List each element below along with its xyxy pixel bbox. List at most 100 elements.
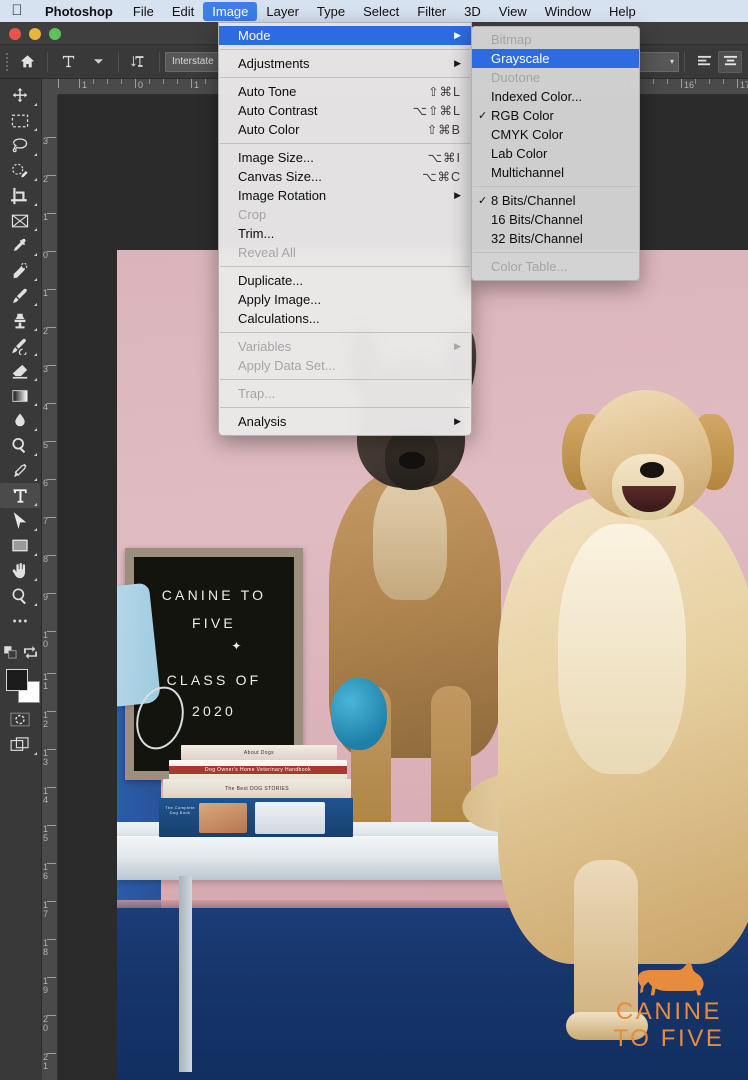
menu-item-8-bits-channel[interactable]: ✓ 8 Bits/Channel (472, 191, 639, 210)
eyedropper-tool[interactable] (0, 233, 40, 258)
zoom-tool[interactable] (0, 583, 40, 608)
crop-tool[interactable] (0, 183, 40, 208)
menu-item-auto-contrast[interactable]: Auto Contrast ⌥⇧⌘L (219, 101, 471, 120)
rectangle-tool[interactable] (0, 533, 40, 558)
ruler-v-label: 0 (43, 251, 52, 260)
brush-tool[interactable] (0, 283, 40, 308)
menu-item-calculations[interactable]: Calculations... (219, 309, 471, 328)
screen-mode-toggle[interactable] (0, 732, 40, 757)
menu-item-apply-image[interactable]: Apply Image... (219, 290, 471, 309)
macos-menu-bar:  Photoshop File Edit Image Layer Type S… (0, 0, 748, 22)
swap-colors-icon[interactable] (24, 646, 37, 659)
menu-item-auto-color[interactable]: Auto Color ⇧⌘B (219, 120, 471, 139)
menu-item-auto-tone[interactable]: Auto Tone ⇧⌘L (219, 82, 471, 101)
menu-item-multichannel[interactable]: Multichannel (472, 163, 639, 182)
menu-item-label: Trim... (238, 226, 461, 241)
menu-item-indexed-color[interactable]: Indexed Color... (472, 87, 639, 106)
spot-healing-tool[interactable] (0, 258, 40, 283)
minimize-button[interactable] (29, 28, 41, 40)
menu-item-label: Auto Tone (238, 84, 412, 99)
close-button[interactable] (9, 28, 21, 40)
move-tool[interactable] (0, 83, 40, 108)
menu-item-crop: Crop (219, 205, 471, 224)
book-title: The Complete Dog Book (165, 806, 195, 816)
menu-layer[interactable]: Layer (257, 2, 308, 21)
menu-item-analysis[interactable]: Analysis ▶ (219, 412, 471, 431)
window-controls (9, 28, 61, 40)
history-brush-tool[interactable] (0, 333, 40, 358)
menu-item-32-bits-channel[interactable]: 32 Bits/Channel (472, 229, 639, 248)
eraser-tool[interactable] (0, 358, 40, 383)
default-colors-icon[interactable] (4, 646, 17, 659)
menu-view[interactable]: View (490, 2, 536, 21)
menu-item-rgb-color[interactable]: ✓ RGB Color (472, 106, 639, 125)
foreground-color-swatch[interactable] (6, 669, 28, 691)
image-menu-dropdown[interactable]: Mode ▶ Adjustments ▶ Auto Tone ⇧⌘L Auto … (218, 22, 472, 436)
tool-preset-chevron-down-icon[interactable] (83, 49, 113, 75)
menu-select[interactable]: Select (354, 2, 408, 21)
menu-separator (220, 379, 470, 380)
menu-item-shortcut: ⌥⌘C (406, 169, 461, 184)
ruler-h-label: 1 (191, 80, 199, 90)
ruler-v-label: 14 (43, 787, 52, 805)
ruler-v-label: 10 (43, 631, 52, 649)
ruler-origin-box[interactable] (42, 79, 58, 95)
menu-3d[interactable]: 3D (455, 2, 490, 21)
menu-item-label: Reveal All (238, 245, 461, 260)
menu-item-shortcut: ⌥⌘I (412, 150, 461, 165)
gradient-tool[interactable] (0, 383, 40, 408)
menu-item-label: Adjustments (238, 56, 454, 71)
mode-submenu[interactable]: Bitmap Grayscale Duotone Indexed Color..… (471, 26, 640, 281)
quick-selection-tool[interactable] (0, 158, 40, 183)
menu-item-image-size[interactable]: Image Size... ⌥⌘I (219, 148, 471, 167)
book-title: About Dogs (181, 745, 337, 760)
dodge-tool[interactable] (0, 433, 40, 458)
menu-item-trim[interactable]: Trim... (219, 224, 471, 243)
menu-item-label: Grayscale (491, 51, 629, 66)
ruler-h-label: 0 (135, 80, 143, 90)
menu-separator (473, 186, 638, 187)
menu-item-lab-color[interactable]: Lab Color (472, 144, 639, 163)
path-selection-tool[interactable] (0, 508, 40, 533)
menu-window[interactable]: Window (536, 2, 600, 21)
menu-help[interactable]: Help (600, 2, 645, 21)
zoom-button[interactable] (49, 28, 61, 40)
menu-item-image-rotation[interactable]: Image Rotation ▶ (219, 186, 471, 205)
menu-type[interactable]: Type (308, 2, 354, 21)
type-tool-icon[interactable] (53, 49, 83, 75)
hand-tool[interactable] (0, 558, 40, 583)
edit-toolbar-dots-icon[interactable] (0, 608, 40, 633)
apple-logo-icon[interactable]:  (0, 3, 34, 20)
clone-stamp-tool[interactable] (0, 308, 40, 333)
vertical-ruler[interactable]: 3 2 1 0 1 2 3 4 5 6 7 8 9 10 11 12 13 14… (42, 95, 58, 1080)
align-left-icon[interactable] (692, 51, 716, 73)
menu-image[interactable]: Image (203, 2, 257, 21)
menu-file[interactable]: File (124, 2, 163, 21)
app-name-menu[interactable]: Photoshop (34, 4, 124, 19)
ruler-v-label: 3 (43, 137, 52, 146)
menu-item-label: Indexed Color... (491, 89, 629, 104)
pen-tool[interactable] (0, 458, 40, 483)
marquee-tool[interactable] (0, 108, 40, 133)
align-center-icon[interactable] (718, 51, 742, 73)
dog-silhouette-icon (632, 962, 706, 996)
menu-item-mode[interactable]: Mode ▶ (219, 26, 471, 45)
home-icon[interactable] (12, 49, 42, 75)
frame-tool[interactable] (0, 208, 40, 233)
menu-edit[interactable]: Edit (163, 2, 203, 21)
lasso-tool[interactable] (0, 133, 40, 158)
menu-item-16-bits-channel[interactable]: 16 Bits/Channel (472, 210, 639, 229)
type-tool[interactable] (0, 483, 40, 508)
options-bar-grip[interactable] (4, 52, 12, 72)
menu-item-cmyk-color[interactable]: CMYK Color (472, 125, 639, 144)
menu-separator (220, 143, 470, 144)
menu-filter[interactable]: Filter (408, 2, 455, 21)
text-orientation-icon[interactable] (124, 49, 154, 75)
blur-tool[interactable] (0, 408, 40, 433)
quick-mask-toggle[interactable] (0, 707, 40, 732)
menu-item-adjustments[interactable]: Adjustments ▶ (219, 54, 471, 73)
book-item: The Complete Dog Book (159, 798, 353, 837)
menu-item-duplicate[interactable]: Duplicate... (219, 271, 471, 290)
menu-item-canvas-size[interactable]: Canvas Size... ⌥⌘C (219, 167, 471, 186)
menu-item-grayscale[interactable]: Grayscale (472, 49, 639, 68)
